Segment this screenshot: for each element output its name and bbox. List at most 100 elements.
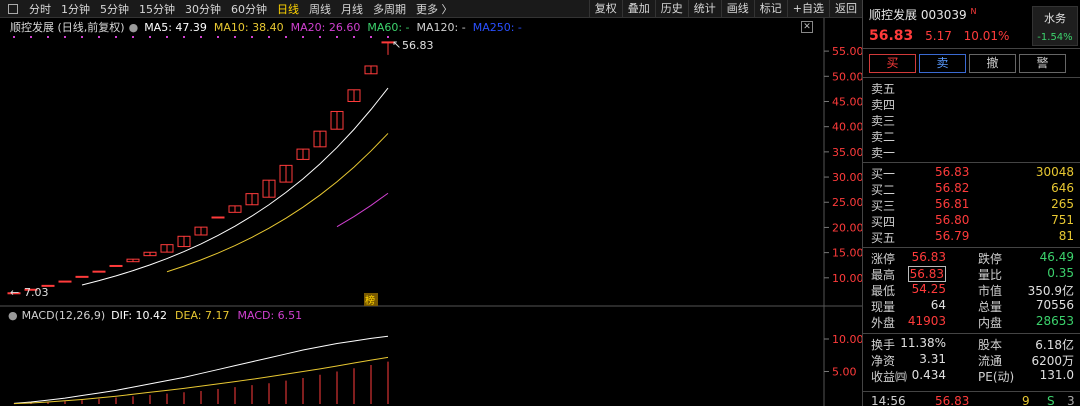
mark-button[interactable]: 标记 bbox=[753, 0, 787, 18]
period-tab-30min[interactable]: 30分钟 bbox=[180, 1, 226, 17]
sell-button[interactable]: 卖 bbox=[919, 54, 966, 73]
candle-body bbox=[75, 275, 89, 278]
buy-level-volume: 751 bbox=[1051, 213, 1074, 227]
cancel-order-button[interactable]: 撤 bbox=[969, 54, 1016, 73]
price-change-pct: 10.01% bbox=[963, 29, 1010, 43]
buy-level-volume: 646 bbox=[1051, 181, 1074, 195]
buy-level-volume: 81 bbox=[1058, 229, 1074, 243]
macd-name: MACD(12,26,9) bbox=[21, 308, 106, 322]
period-tab-5min[interactable]: 5分钟 bbox=[95, 1, 134, 17]
ma20-line bbox=[336, 192, 389, 228]
ma-marker-dot bbox=[251, 36, 253, 38]
ma-marker-dot bbox=[98, 36, 100, 38]
period-tab-daily[interactable]: 日线 bbox=[272, 1, 304, 17]
macd-group bbox=[13, 335, 389, 405]
macd-legend: ● MACD(12,26,9) DIF: 10.42 DEA: 7.17 MAC… bbox=[0, 308, 302, 322]
buy-level-volume: 265 bbox=[1051, 197, 1074, 211]
back-button[interactable]: 返回 bbox=[829, 0, 862, 18]
stat-row-volume: 现量 64 总量 70556 bbox=[871, 298, 1074, 314]
macd-axis: 10.00 5.00 bbox=[824, 333, 862, 379]
stock-code: 003039 bbox=[920, 8, 967, 22]
history-button[interactable]: 历史 bbox=[654, 0, 688, 18]
stock-name-text: 顺控发展 bbox=[869, 8, 918, 22]
buy-level-4: 买四 56.80 751 bbox=[871, 213, 1074, 229]
share-capital-value: 6.18亿 bbox=[1035, 338, 1074, 352]
adjust-button[interactable]: 复权 bbox=[588, 0, 622, 18]
high-arrow-icon: ↖ bbox=[392, 38, 401, 51]
last-price: 56.83 bbox=[869, 28, 914, 44]
turnover-value: 11.38% bbox=[900, 336, 946, 350]
new-stock-badge: N bbox=[970, 7, 977, 16]
volume-ratio-value: 0.35 bbox=[1047, 266, 1074, 280]
buy-level-1: 买一 56.83 30048 bbox=[871, 165, 1074, 181]
stat-row-disk: 外盘 41903 内盘 28653 bbox=[871, 314, 1074, 330]
overlay-button[interactable]: 叠加 bbox=[621, 0, 655, 18]
rank-badge[interactable]: 榜 bbox=[365, 294, 375, 307]
kline-chart[interactable]: 55.00 50.00 45.00 40.00 35.00 30.00 25.00 20.00… bbox=[0, 18, 862, 406]
tick-count: 3 bbox=[1067, 394, 1075, 406]
price-tick-label: 55.00 bbox=[832, 45, 862, 58]
stat-row-assets: 净资 3.31 流通 6200万 bbox=[871, 352, 1074, 368]
period-tab-multi[interactable]: 多周期 bbox=[368, 1, 411, 17]
period-tab-more[interactable]: 更多 〉 bbox=[411, 1, 458, 17]
ma10-line bbox=[166, 133, 389, 273]
ma-marker-dot bbox=[234, 36, 236, 38]
toolbar-buttons: 复权 叠加 历史 统计 画线 标记 +自选 返回 bbox=[588, 0, 862, 18]
macd-dif: DIF: 10.42 bbox=[111, 308, 168, 322]
statistics-button[interactable]: 统计 bbox=[687, 0, 721, 18]
inner-disk-label: 内盘 bbox=[978, 316, 1003, 330]
price-tick-label: 30.00 bbox=[832, 171, 862, 184]
panel-toggle-icon[interactable] bbox=[8, 3, 18, 14]
annotations: 56.83 ↖ ← 7.03 榜 bbox=[10, 38, 434, 307]
period-tab-15min[interactable]: 15分钟 bbox=[134, 1, 180, 17]
ma-marker-dot bbox=[166, 36, 168, 38]
candle-body bbox=[109, 264, 123, 267]
period-tab-monthly[interactable]: 月线 bbox=[336, 1, 368, 17]
sell-level-1: 卖一 bbox=[871, 144, 1074, 160]
tick-price: 56.83 bbox=[935, 394, 970, 406]
ma-marker-dot bbox=[13, 36, 15, 38]
buy-level-label: 买四 bbox=[871, 215, 896, 229]
sector-box[interactable]: 水务 -1.54% bbox=[1032, 6, 1078, 46]
buy-button[interactable]: 买 bbox=[869, 54, 916, 73]
stat-row-low: 最低 54.25 市值 350.9亿 bbox=[871, 282, 1074, 298]
outer-disk-value: 41903 bbox=[907, 314, 946, 328]
macd-menu-icon[interactable]: ● bbox=[8, 309, 18, 322]
ma-marker-dot bbox=[217, 36, 219, 38]
total-volume-label: 总量 bbox=[978, 300, 1003, 314]
eps-value: 0.434 bbox=[911, 368, 946, 382]
low-price-label: 7.03 bbox=[24, 286, 49, 299]
macd-tick-label: 10.00 bbox=[832, 333, 862, 346]
stat-row-eps: 收益㈣ 0.434 PE(动) 131.0 bbox=[871, 368, 1074, 384]
ma-lines bbox=[13, 36, 389, 286]
low-value: 54.25 bbox=[911, 282, 946, 296]
ma-marker-dot bbox=[302, 36, 304, 38]
macd-dea: DEA: 7.17 bbox=[175, 308, 230, 322]
limit-down-label: 跌停 bbox=[978, 252, 1003, 266]
add-watchlist-button[interactable]: +自选 bbox=[786, 0, 829, 18]
sell-level-label: 卖四 bbox=[871, 98, 896, 112]
stat-row-turnover: 换手 11.38% 股本 6.18亿 bbox=[871, 336, 1074, 352]
buy-level-5: 买五 56.79 81 bbox=[871, 229, 1074, 245]
high-value: 56.83 bbox=[907, 266, 946, 282]
ma-marker-dot bbox=[268, 36, 270, 38]
price-tick-label: 35.00 bbox=[832, 146, 862, 159]
price-tick-label: 45.00 bbox=[832, 95, 862, 108]
turnover-label: 换手 bbox=[871, 338, 896, 352]
period-tab-fenshi[interactable]: 分时 bbox=[24, 1, 56, 17]
current-volume-label: 现量 bbox=[871, 300, 896, 314]
period-tab-60min[interactable]: 60分钟 bbox=[226, 1, 272, 17]
divider bbox=[863, 333, 1080, 334]
price-tick-label: 25.00 bbox=[832, 196, 862, 209]
draw-line-button[interactable]: 画线 bbox=[720, 0, 754, 18]
quote-panel: 顺控发展 003039 N 56.83 5.17 10.01% 水务 -1.54… bbox=[863, 0, 1080, 406]
ma-marker-dot bbox=[285, 36, 287, 38]
sell-level-4: 卖四 bbox=[871, 96, 1074, 112]
eps-label: 收益㈣ bbox=[871, 370, 908, 384]
period-tab-1min[interactable]: 1分钟 bbox=[56, 1, 95, 17]
period-tab-weekly[interactable]: 周线 bbox=[304, 1, 336, 17]
ma-marker-dot bbox=[115, 36, 117, 38]
buy-level-price: 56.80 bbox=[935, 213, 970, 227]
divider bbox=[863, 77, 1080, 78]
alert-button[interactable]: 警 bbox=[1019, 54, 1066, 73]
